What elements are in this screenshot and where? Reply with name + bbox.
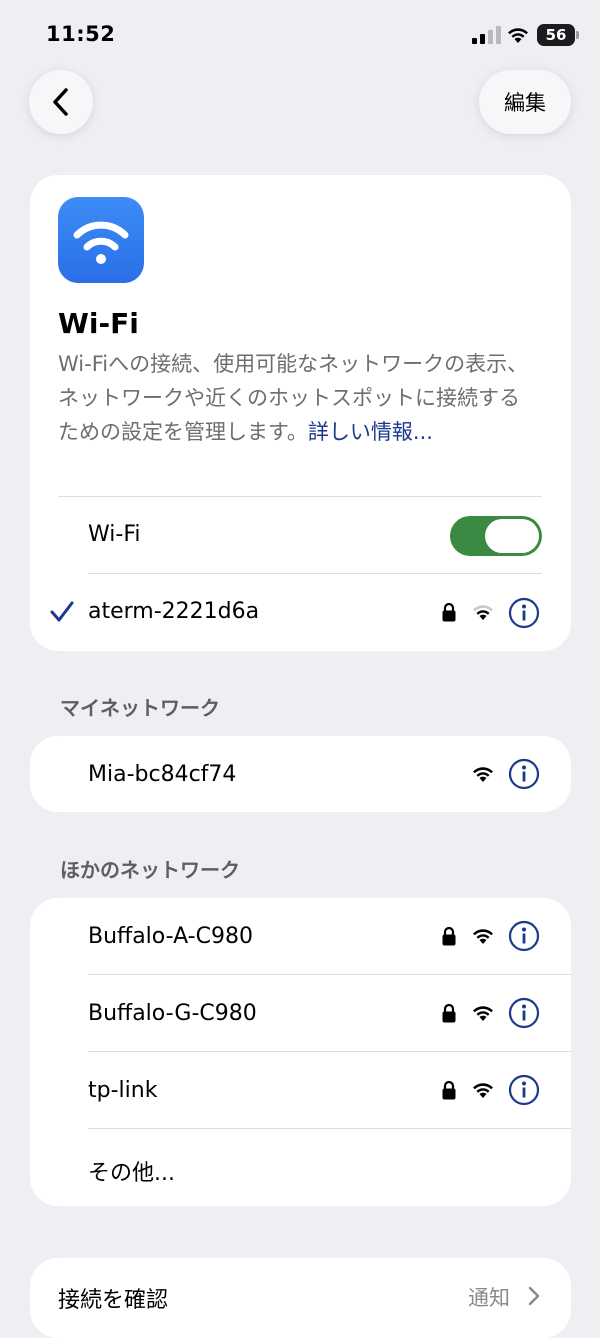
network-name[interactable]: tp-link: [88, 1078, 157, 1103]
lock-icon: [442, 926, 456, 946]
wifi-info-card: Wi-Fi Wi-Fiへの接続、使用可能なネットワークの表示、ネットワークや近く…: [30, 175, 571, 651]
info-icon[interactable]: [508, 758, 540, 790]
checkmark-icon: [50, 601, 74, 622]
wifi-app-icon: [58, 197, 144, 283]
divider: [88, 1128, 571, 1129]
wifi-signal-icon: [473, 1083, 493, 1098]
network-name[interactable]: Buffalo-G-C980: [88, 1001, 257, 1026]
info-icon[interactable]: [508, 997, 540, 1029]
divider: [88, 573, 542, 574]
lock-icon: [442, 1003, 456, 1023]
info-icon[interactable]: [508, 920, 540, 952]
my-networks-card: Mia-bc84cf74: [30, 736, 571, 812]
ask-to-join-value: 通知: [468, 1286, 510, 1310]
ask-to-join-label: 接続を確認: [58, 1288, 169, 1313]
other-networks-title: ほかのネットワーク: [60, 858, 240, 882]
wifi-toggle[interactable]: [450, 516, 542, 556]
my-networks-title: マイネットワーク: [60, 696, 220, 720]
info-icon[interactable]: [508, 1074, 540, 1106]
more-info-link[interactable]: 詳しい情報...: [308, 420, 433, 444]
network-name[interactable]: Buffalo-A-C980: [88, 924, 253, 949]
description-text: Wi-Fiへの接続、使用可能なネットワークの表示、ネットワークや近くのホットスポ…: [58, 352, 529, 444]
other-network-button[interactable]: その他...: [88, 1155, 175, 1187]
connected-network-name[interactable]: aterm-2221d6a: [88, 599, 259, 624]
wifi-signal-icon: [473, 767, 493, 782]
lock-icon: [442, 602, 456, 622]
network-name[interactable]: Mia-bc84cf74: [88, 762, 236, 787]
battery-indicator: 56: [537, 24, 579, 46]
wifi-signal-icon: [473, 1006, 493, 1021]
back-button[interactable]: [29, 70, 93, 134]
status-time: 11:52: [46, 22, 116, 46]
wifi-toggle-label: Wi-Fi: [88, 522, 141, 547]
divider: [88, 974, 571, 975]
other-networks-card: Buffalo-A-C980 Buffalo-G-C980 tp-link その…: [30, 898, 571, 1206]
chevron-right-icon: [528, 1286, 540, 1306]
cellular-signal-icon: [472, 26, 501, 44]
page-title: Wi-Fi: [58, 307, 139, 340]
info-icon[interactable]: [508, 597, 540, 629]
lock-icon: [442, 1080, 456, 1100]
edit-button[interactable]: 編集: [479, 70, 571, 134]
divider: [58, 496, 542, 497]
wifi-signal-icon: [473, 605, 493, 620]
ask-to-join-card[interactable]: 接続を確認 通知: [30, 1258, 571, 1338]
description: Wi-Fiへの接続、使用可能なネットワークの表示、ネットワークや近くのホットスポ…: [58, 347, 538, 449]
divider: [88, 1051, 571, 1052]
status-wifi-icon: [508, 28, 528, 43]
wifi-signal-icon: [473, 929, 493, 944]
back-chevron-icon: [53, 88, 68, 116]
